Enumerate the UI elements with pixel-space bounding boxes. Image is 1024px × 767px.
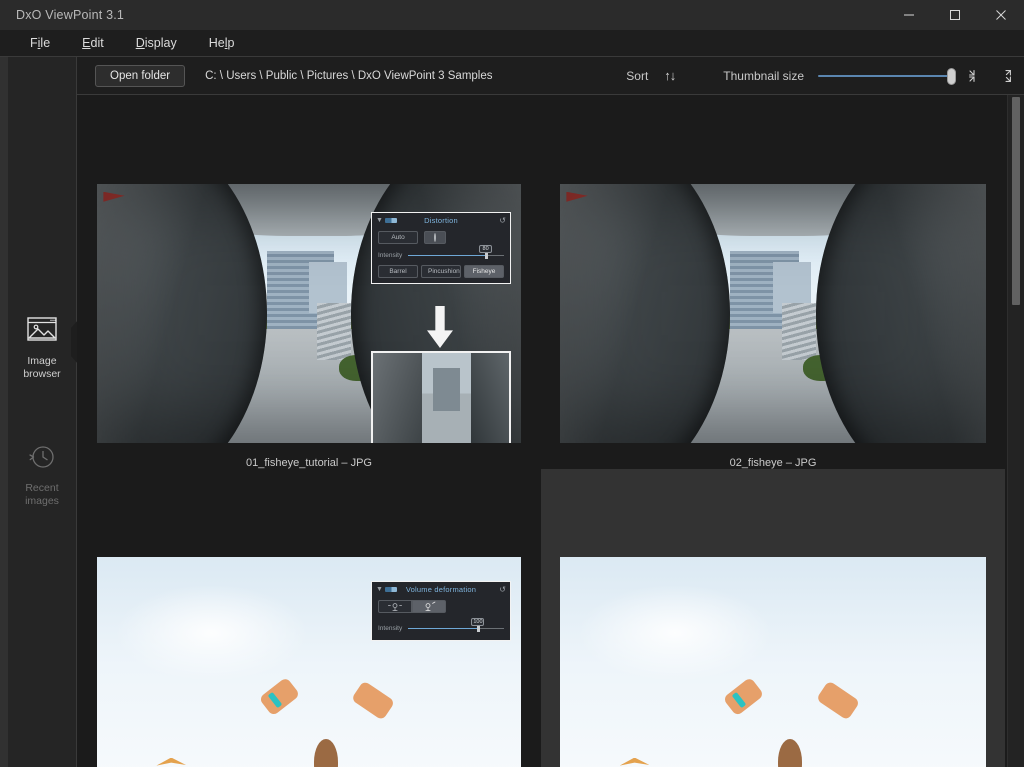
thumbnail-cell[interactable]: 02_fisheye – JPG (541, 96, 1005, 469)
minimize-button[interactable] (886, 0, 932, 30)
mode-button-barrel[interactable]: Barrel (378, 265, 418, 278)
volume-deformation-panel[interactable]: ▼ Volume deformation ↺ Intensity 100 (371, 581, 511, 641)
label-line-1: Recent (25, 482, 59, 494)
panel-title: Distortion (424, 216, 458, 225)
thumbnail-image[interactable] (560, 184, 986, 443)
main-panel: Open folder C: \ Users \ Public \ Pictur… (77, 57, 1024, 767)
app-window: DxO ViewPoint 3.1 File Edit Display Help… (0, 0, 1024, 767)
title-bar: DxO ViewPoint 3.1 (0, 0, 1024, 30)
expand-arrows-icon[interactable] (994, 65, 1016, 87)
thumbnail-label: 01_fisheye_tutorial – JPG (246, 457, 372, 469)
volume-manual-icon[interactable] (412, 600, 446, 613)
mode-button-pincushion[interactable]: Pincushion (421, 265, 461, 278)
breadcrumb: C: \ Users \ Public \ Pictures \ DxO Vie… (205, 69, 493, 82)
menu-label-help: Help (208, 35, 235, 50)
collapse-arrows-icon[interactable] (964, 65, 986, 87)
thumbnail-size-label: Thumbnail size (723, 68, 804, 83)
volume-tool-buttons (372, 597, 510, 613)
intensity-value: 80 (479, 245, 493, 253)
scrollbar-thumb[interactable] (1012, 97, 1020, 305)
window-title: DxO ViewPoint 3.1 (16, 8, 125, 22)
panel-button-row: Auto (372, 228, 510, 244)
intensity-value: 100 (471, 618, 485, 626)
menu-label-file: File (30, 35, 51, 50)
window-controls (886, 0, 1024, 30)
sidebar-item-image-browser[interactable]: Image browser (8, 312, 78, 381)
browser-toolbar: Open folder C: \ Users \ Public \ Pictur… (77, 57, 1024, 95)
auto-button[interactable]: Auto (378, 231, 418, 244)
sidebar-item-recent-images[interactable]: Recent images (8, 439, 77, 508)
sort-direction-icon[interactable]: ↑↓ (664, 68, 676, 83)
intensity-slider[interactable]: 80 (408, 245, 504, 261)
menu-item-file[interactable]: File (14, 30, 66, 57)
sidebar: Image browser Recent images (8, 57, 78, 767)
menu-item-help[interactable]: Help (193, 30, 251, 57)
body-row: Image browser Recent images Open folder … (0, 57, 1024, 767)
toolbar-right-group: Sort ↑↓ Thumbnail size (626, 65, 1016, 87)
image-browser-icon (27, 312, 57, 346)
mode-button-fisheye[interactable]: Fisheye (464, 265, 504, 278)
panel-title: Volume deformation (405, 585, 477, 594)
thumbnail-label: 02_fisheye – JPG (729, 457, 817, 469)
sidebar-item-label-recent-images: Recent images (25, 482, 59, 508)
thumbnail-grid-area: ▼ Distortion ↺ Auto Intensity 80 Barrel … (77, 95, 1024, 767)
close-icon (996, 10, 1006, 20)
open-folder-button[interactable]: Open folder (95, 64, 186, 87)
menu-label-display: Display (135, 35, 177, 50)
clock-history-icon (27, 439, 57, 473)
menu-bar: File Edit Display Help (0, 30, 1024, 57)
intensity-slider[interactable]: 100 (408, 618, 504, 634)
lens-circle-icon[interactable] (424, 231, 446, 244)
thumbnail-grid: ▼ Distortion ↺ Auto Intensity 80 Barrel … (77, 95, 1024, 767)
panel-header: ▼ Volume deformation ↺ (372, 582, 510, 597)
label-line-2: browser (23, 368, 61, 380)
menu-item-edit[interactable]: Edit (66, 30, 120, 57)
photo-sky-person (560, 557, 986, 767)
minimize-icon (904, 14, 914, 16)
intensity-label: Intensity (378, 624, 403, 632)
intensity-label: Intensity (378, 251, 403, 259)
menu-label-edit: Edit (82, 35, 104, 50)
vertical-scrollbar[interactable] (1007, 95, 1024, 767)
slider-knob[interactable] (947, 67, 956, 85)
thumbnail-image[interactable]: ▼ Distortion ↺ Auto Intensity 80 Barrel … (97, 184, 521, 443)
intensity-slider-row: Intensity 80 (372, 244, 510, 261)
sidebar-item-label-image-browser: Image browser (23, 355, 60, 381)
maximize-button[interactable] (932, 0, 978, 30)
thumbnail-cell[interactable] (541, 469, 1005, 767)
volume-auto-icon[interactable] (378, 600, 412, 613)
panel-header: ▼ Distortion ↺ (372, 213, 510, 228)
sort-label: Sort (626, 68, 649, 83)
thumbnail-image[interactable] (560, 557, 986, 767)
distortion-mode-buttons: Barrel Pincushion Fisheye (372, 261, 510, 283)
thumbnail-size-slider[interactable] (818, 66, 956, 86)
photo-fisheye-architecture (560, 184, 986, 443)
left-edge-strip (0, 57, 8, 767)
thumbnail-cell[interactable]: ▼ Distortion ↺ Auto Intensity 80 Barrel … (77, 96, 541, 469)
distortion-panel[interactable]: ▼ Distortion ↺ Auto Intensity 80 Barrel … (371, 212, 511, 284)
intensity-slider-row: Intensity 100 (372, 613, 510, 640)
thumbnail-image[interactable]: ▼ Volume deformation ↺ Intensity 100 (97, 557, 521, 767)
inset-preview (371, 351, 511, 443)
thumbnail-cell[interactable]: ▼ Volume deformation ↺ Intensity 100 (77, 469, 541, 767)
close-button[interactable] (978, 0, 1024, 30)
maximize-icon (950, 10, 960, 20)
label-line-1: Image (27, 355, 57, 367)
menu-item-display[interactable]: Display (120, 30, 193, 57)
slider-track (818, 74, 956, 77)
label-line-2: images (25, 495, 59, 507)
